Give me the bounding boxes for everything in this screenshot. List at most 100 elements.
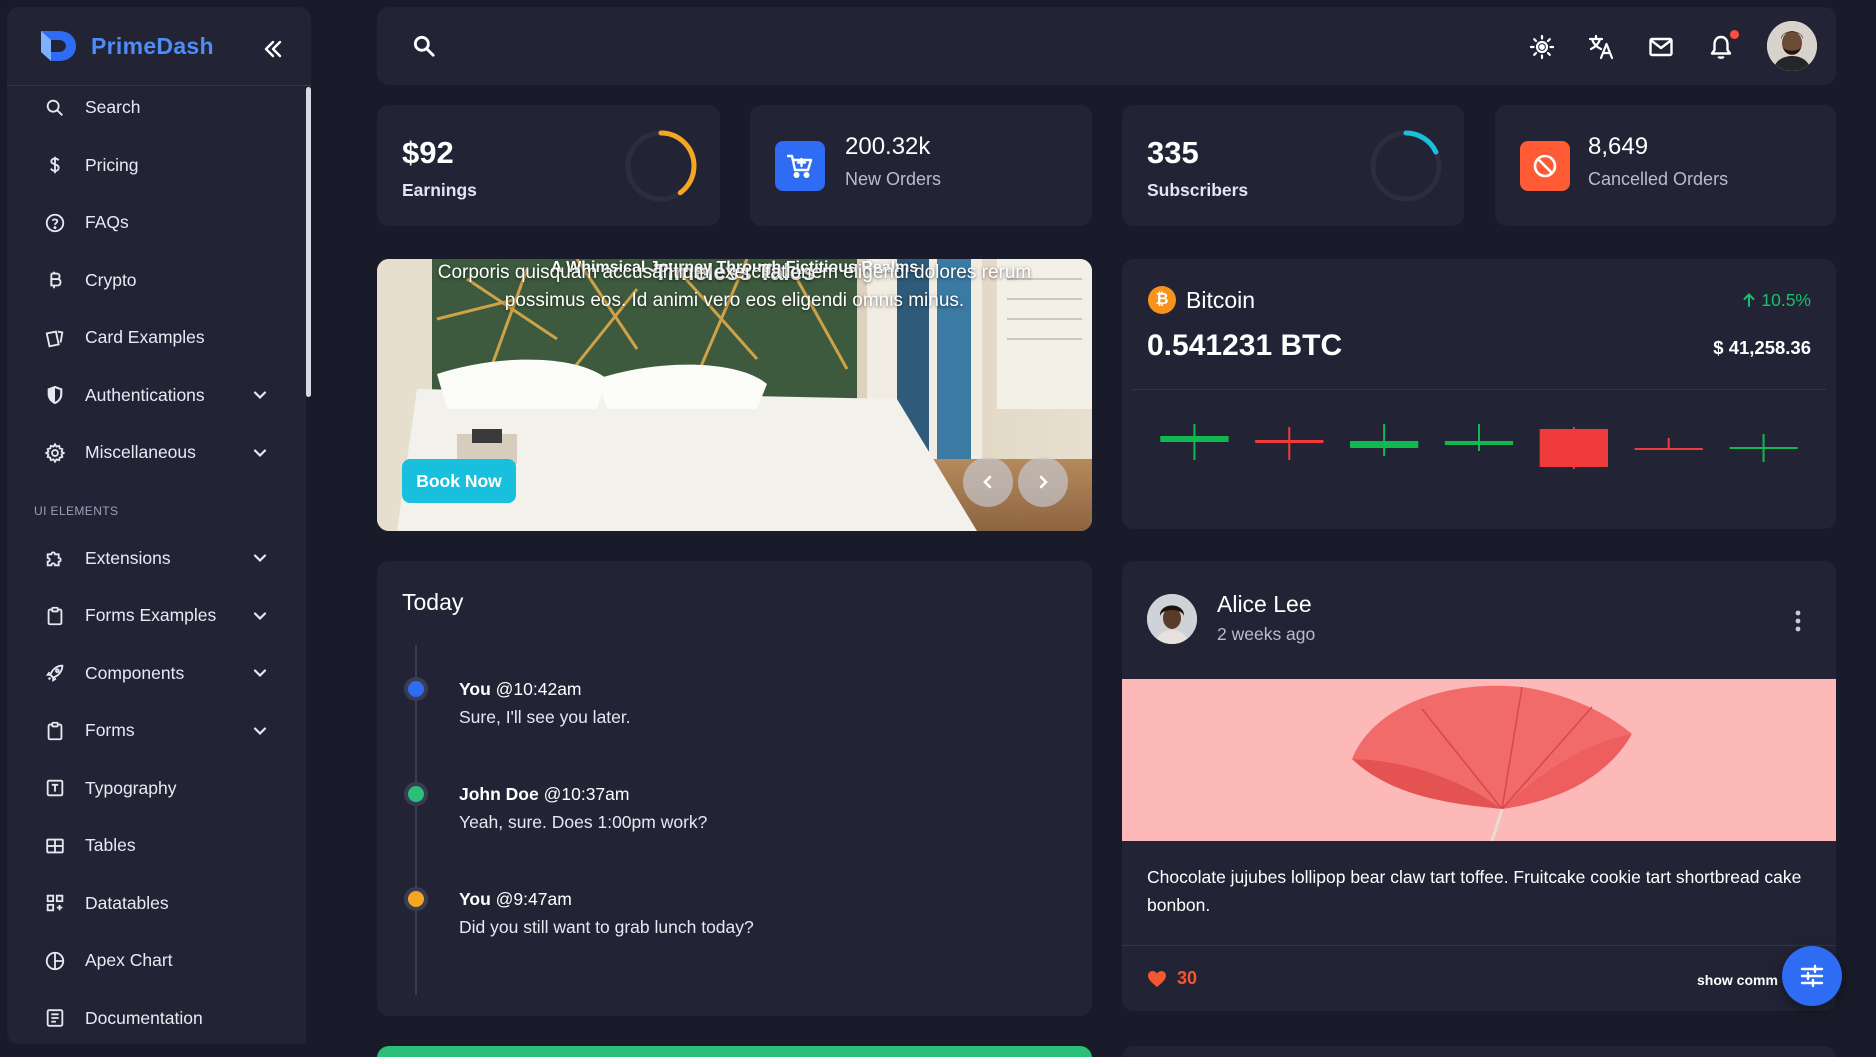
sidebar-item-label: Tables: [85, 835, 136, 856]
carousel-text: Corporis quisquam accusantium exercitati…: [437, 262, 1032, 311]
sidebar: PrimeDash Search Pricing FAQs Crypto Car…: [7, 7, 311, 1044]
timeline-time: @10:42am: [495, 679, 582, 699]
bitcoin-card: ₿ Bitcoin 10.5% 0.541231 BTC $ 41,258.36: [1122, 259, 1836, 529]
timeline-author: You: [459, 889, 491, 909]
sidebar-item-forms[interactable]: Forms: [7, 702, 307, 760]
candle-body: [1349, 441, 1419, 448]
search-icon[interactable]: [411, 33, 437, 59]
crypto-amount: 0.541231 BTC: [1147, 329, 1343, 362]
sidebar-item-authentications[interactable]: Authentications: [7, 367, 307, 425]
sidebar-item-apex-chart[interactable]: Apex Chart: [7, 932, 307, 990]
rocket-icon: [45, 664, 64, 683]
candle-body: [1444, 441, 1514, 445]
stat-value: 335: [1147, 135, 1199, 170]
mail-icon[interactable]: [1647, 33, 1675, 61]
sidebar-nav: Search Pricing FAQs Crypto Card Examples…: [7, 79, 307, 1044]
clipboard-icon: [47, 606, 63, 625]
like-count: 30: [1177, 968, 1198, 988]
bitcoin-candlestick-chart: [1160, 424, 1798, 469]
dollar-icon: [50, 157, 60, 174]
brand-logo-icon: [41, 31, 76, 61]
timeline-entry-header: John Doe @10:37am: [459, 784, 629, 805]
sidebar-item-extensions[interactable]: Extensions: [7, 530, 307, 588]
timeline-title: Today: [402, 589, 464, 615]
sidebar-item-label: Forms: [85, 720, 135, 741]
stat-card-subscribers: 335 Subscribers: [1122, 105, 1464, 226]
stat-value: $92: [402, 135, 454, 170]
stat-label: Cancelled Orders: [1588, 169, 1729, 189]
sidebar-item-forms-examples[interactable]: Forms Examples: [7, 587, 307, 645]
chevron-down-icon: [253, 449, 267, 457]
timeline-entry-header: You @9:47am: [459, 889, 572, 910]
sidebar-item-label: Pricing: [85, 154, 139, 175]
sidebar-item-label: Miscellaneous: [85, 442, 196, 463]
sidebar-item-label: FAQs: [85, 212, 129, 233]
timeline-card: Today You @10:42am Sure, I'll see you la…: [377, 561, 1092, 1016]
sidebar-item-miscellaneous[interactable]: Miscellaneous: [7, 424, 307, 482]
sidebar-item-label: Crypto: [85, 269, 137, 290]
bitcoin-icon: [50, 272, 62, 289]
brand-name: PrimeDash: [91, 32, 214, 59]
cards-icon: [45, 330, 64, 348]
like-button[interactable]: 30: [1147, 968, 1197, 989]
umbrella-image: [1122, 679, 1836, 841]
carousel-prev-button[interactable]: [963, 457, 1013, 507]
timeline-dot: [404, 782, 428, 806]
promo-carousel[interactable]: Timeless Tales A Whimsical Journey Throu…: [377, 259, 1092, 531]
crypto-name: Bitcoin: [1186, 287, 1256, 313]
sidebar-item-label: Search: [85, 97, 141, 118]
clipboard-icon: [47, 721, 63, 740]
timeline-author: You: [459, 679, 491, 699]
timeline-author: John Doe: [459, 784, 539, 804]
chevron-down-icon: [253, 727, 267, 735]
translate-icon[interactable]: [1587, 33, 1615, 61]
post-author-name: Alice Lee: [1217, 591, 1312, 617]
timeline-dot: [404, 677, 428, 701]
timeline-time: @10:37am: [543, 784, 630, 804]
sidebar-item-faqs[interactable]: FAQs: [7, 194, 307, 252]
book-now-button[interactable]: Book Now: [402, 459, 516, 503]
sidebar-item-card-examples[interactable]: Card Examples: [7, 309, 307, 367]
sidebar-item-datatables[interactable]: Datatables: [7, 875, 307, 933]
sidebar-item-documentation[interactable]: Documentation: [7, 990, 307, 1045]
carousel-next-button[interactable]: [1018, 457, 1068, 507]
post-author-avatar-image: [1147, 594, 1197, 644]
bitcoin-logo-icon: ₿: [1148, 286, 1176, 314]
table-icon: [46, 838, 64, 854]
sidebar-item-label: Components: [85, 662, 185, 683]
show-comments-link[interactable]: show comm: [1697, 972, 1778, 988]
more-vertical-icon[interactable]: [1795, 609, 1801, 633]
user-avatar-image: [1767, 21, 1817, 71]
shield-icon: [47, 386, 63, 405]
timeline-entry-text: Yeah, sure. Does 1:00pm work?: [459, 812, 708, 832]
stat-card-new-orders: 200.32k New Orders: [750, 105, 1092, 226]
search-icon: [46, 99, 63, 116]
post-time: 2 weeks ago: [1217, 624, 1316, 644]
collapse-sidebar-icon[interactable]: [261, 37, 285, 61]
sidebar-item-search[interactable]: Search: [7, 79, 307, 137]
timeline-time: @9:47am: [495, 889, 572, 909]
bottom-card: [1122, 1046, 1836, 1057]
crypto-change: 10.5%: [1741, 290, 1811, 311]
gear-icon: [44, 442, 66, 464]
sidebar-item-label: Datatables: [85, 892, 169, 913]
stat-card-earnings: $92 Earnings: [377, 105, 720, 226]
text-box-icon: [46, 780, 64, 797]
stat-label: New Orders: [845, 169, 942, 189]
theme-toggle-icon[interactable]: [1528, 33, 1556, 61]
timeline-entry-header: You @10:42am: [459, 679, 582, 700]
candle-body: [1160, 436, 1229, 442]
sidebar-item-label: Forms Examples: [85, 605, 217, 626]
candle-body: [1729, 447, 1798, 449]
post-author-avatar[interactable]: [1147, 594, 1197, 644]
timeline-entry-text: Did you still want to grab lunch today?: [459, 917, 754, 937]
cart-icon: [775, 141, 825, 191]
customizer-fab-button[interactable]: [1782, 946, 1842, 1006]
stat-value: 200.32k: [845, 133, 931, 160]
sidebar-item-typography[interactable]: Typography: [7, 760, 307, 818]
sidebar-item-components[interactable]: Components: [7, 645, 307, 703]
sidebar-item-tables[interactable]: Tables: [7, 817, 307, 875]
sidebar-item-crypto[interactable]: Crypto: [7, 252, 307, 310]
sidebar-item-pricing[interactable]: Pricing: [7, 137, 307, 195]
user-avatar[interactable]: [1767, 21, 1817, 71]
